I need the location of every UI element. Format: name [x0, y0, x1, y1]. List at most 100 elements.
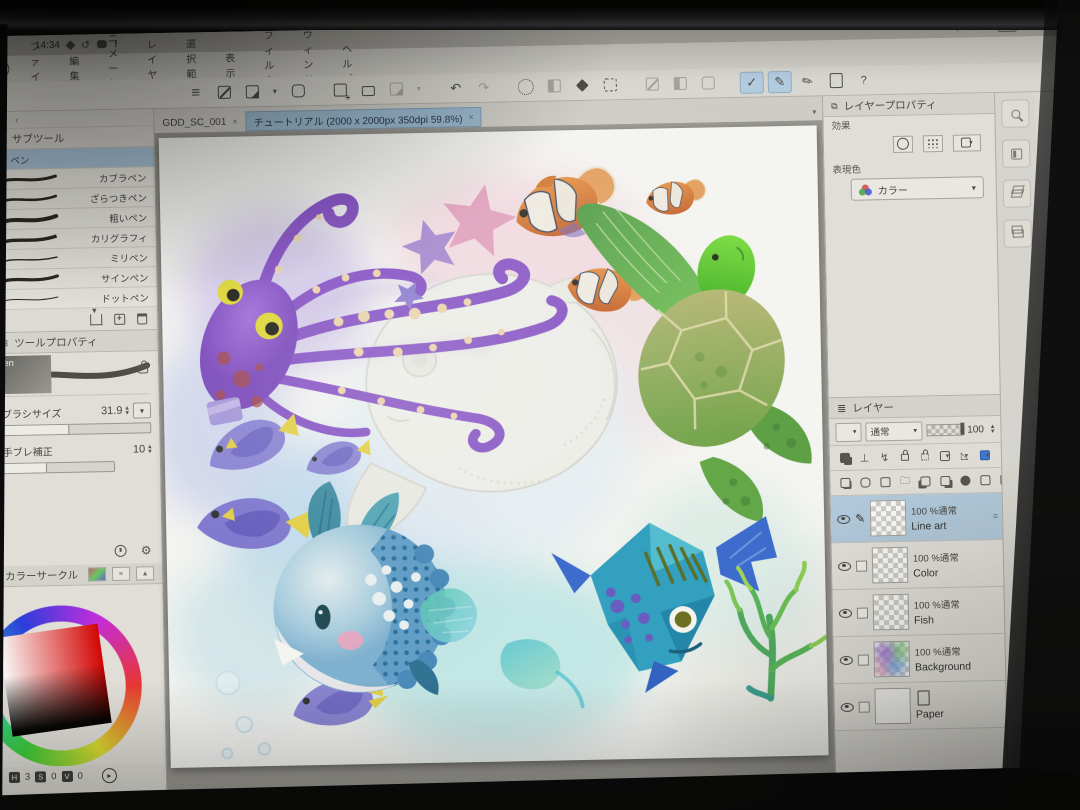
help-icon[interactable]: ?: [852, 69, 876, 91]
stabilization-value[interactable]: 10: [133, 443, 145, 455]
quick-access-icon[interactable]: [824, 69, 848, 91]
mask-icon[interactable]: [978, 474, 991, 486]
ruler-range-icon[interactable]: ◺▾: [958, 450, 971, 462]
brush-size-value[interactable]: 31.9: [101, 405, 123, 417]
visibility-eye-icon[interactable]: [839, 608, 852, 617]
selection-border-icon[interactable]: [696, 72, 720, 94]
color-slider-tab-icon[interactable]: ≡: [112, 567, 130, 581]
undo-icon[interactable]: ↶: [444, 77, 468, 99]
brush-size-source-button[interactable]: ▾: [133, 402, 151, 418]
navigator-icon[interactable]: [1002, 139, 1031, 168]
paste-icon[interactable]: [542, 75, 566, 97]
layer-row-line-art[interactable]: ✎ 100 %通常 Line art ≡: [831, 493, 1003, 543]
import-subtool-icon[interactable]: [90, 314, 102, 325]
assist-icon[interactable]: ?: [0, 61, 10, 77]
export-icon[interactable]: [384, 78, 408, 100]
new-vector-layer-icon[interactable]: [858, 476, 871, 488]
opacity-value[interactable]: 100: [967, 424, 984, 435]
brush-tool-icon[interactable]: ✎: [768, 70, 792, 92]
edit-line-icon[interactable]: ✎: [792, 65, 824, 96]
tone-effect-icon[interactable]: [923, 135, 943, 152]
main-menu-icon[interactable]: ≡: [184, 82, 208, 104]
menu-selection[interactable]: 選択範囲: [173, 59, 212, 72]
canvas-workspace[interactable]: [155, 120, 836, 801]
brush-size-spinner[interactable]: ▴▾: [125, 406, 129, 416]
new-file-icon[interactable]: [328, 79, 352, 101]
layer-select-checkbox[interactable]: [859, 701, 870, 712]
timelapse-icon[interactable]: [286, 80, 310, 102]
snap-pen-icon[interactable]: ✓: [740, 71, 764, 93]
lock-alpha-icon[interactable]: [918, 450, 931, 462]
fill-icon[interactable]: [570, 74, 594, 96]
clip-to-layer-icon[interactable]: [838, 452, 851, 464]
flatten-icon[interactable]: [958, 475, 971, 487]
layer-select-checkbox[interactable]: [856, 560, 867, 571]
visibility-eye-icon[interactable]: [838, 561, 851, 570]
crop-icon[interactable]: [598, 74, 622, 96]
new-layer-settings-icon[interactable]: [878, 476, 891, 488]
wrench-icon[interactable]: ⚙: [141, 543, 152, 557]
tab-list-chevron-icon[interactable]: ▾: [812, 107, 816, 116]
blend-mode-dropdown[interactable]: 通常 ▾: [865, 421, 922, 441]
visibility-eye-icon[interactable]: [841, 702, 854, 711]
rotate-canvas-icon[interactable]: [212, 81, 236, 103]
deselect-icon[interactable]: [640, 73, 664, 95]
layer-row-fish[interactable]: 100 %通常 Fish: [833, 587, 1005, 637]
tab-gdd-sc-001[interactable]: GDD_SC_001×: [154, 111, 246, 133]
menu-filter[interactable]: フィルター: [251, 58, 290, 71]
expression-color-dropdown[interactable]: カラー ▾: [851, 176, 984, 201]
transfer-layer-icon[interactable]: [918, 475, 931, 487]
export-chevron-icon[interactable]: ▾: [412, 77, 426, 99]
menu-view[interactable]: 表示: [212, 58, 251, 71]
lock-icon[interactable]: [138, 365, 148, 373]
visibility-eye-icon[interactable]: [837, 514, 850, 523]
layer-select-checkbox[interactable]: [857, 607, 868, 618]
stabilization-slider[interactable]: [3, 461, 115, 474]
reference-layer-icon[interactable]: ↯: [878, 451, 891, 463]
color-set-tab-icon[interactable]: ▲: [136, 566, 154, 580]
layer-menu-icon[interactable]: ≡: [993, 511, 998, 521]
close-tab-icon[interactable]: ×: [232, 117, 237, 127]
invert-selection-icon[interactable]: [668, 72, 692, 94]
ruler-icon[interactable]: ⊥: [858, 451, 871, 463]
new-folder-icon[interactable]: 🗀: [898, 476, 911, 488]
layer-color-effect-icon[interactable]: ▾: [953, 134, 981, 152]
border-effect-icon[interactable]: [893, 135, 913, 152]
layers-tab-icon[interactable]: [1003, 219, 1032, 248]
menu-layer[interactable]: レイヤー: [134, 60, 173, 73]
merge-down-icon[interactable]: [938, 475, 951, 487]
opacity-slider[interactable]: [926, 424, 963, 437]
brush-size-slider[interactable]: [2, 422, 151, 436]
menu-help[interactable]: ヘルプ: [329, 56, 368, 69]
opacity-spinner[interactable]: ▴▾: [991, 424, 995, 434]
layer-color-chip-icon[interactable]: ▾: [978, 449, 991, 461]
tool-switch-icon[interactable]: [240, 81, 264, 103]
delete-subtool-icon[interactable]: [137, 313, 147, 324]
saturation-value-square[interactable]: [0, 624, 112, 737]
layer-select-checkbox[interactable]: [858, 654, 869, 665]
layer-row-paper[interactable]: Paper: [834, 681, 1006, 731]
color-wheel-tab-icon[interactable]: [88, 567, 106, 581]
menu-edit[interactable]: 編集: [56, 61, 95, 74]
layer-property-tab-icon[interactable]: [1003, 179, 1032, 208]
search-icon[interactable]: [1001, 99, 1030, 128]
layer-row-color[interactable]: 100 %通常 Color: [832, 540, 1004, 590]
redo-icon[interactable]: ↷: [472, 76, 496, 98]
color-mode-toggle-icon[interactable]: ▸: [102, 767, 117, 782]
copy-subtool-icon[interactable]: [114, 313, 125, 324]
menu-file[interactable]: ファイル: [17, 62, 56, 75]
visibility-eye-icon[interactable]: [840, 655, 853, 664]
back-icon[interactable]: ‹: [15, 115, 18, 125]
layer-row-background[interactable]: 100 %通常 Background: [833, 634, 1005, 684]
tool-chevron-icon[interactable]: ▾: [268, 80, 282, 102]
close-tab-icon[interactable]: ×: [468, 112, 473, 122]
drawing-canvas[interactable]: [159, 125, 829, 768]
menu-animation[interactable]: アニメーション: [95, 61, 134, 74]
open-file-icon[interactable]: [356, 78, 380, 100]
stabilization-spinner[interactable]: ▴▾: [148, 444, 152, 454]
lock-layer-icon[interactable]: [898, 451, 911, 463]
enable-mask-icon[interactable]: ▾: [938, 450, 951, 462]
menu-window[interactable]: ウィンドウ: [290, 57, 329, 70]
collapse-icon[interactable]: «: [0, 115, 1, 125]
palette-color-dropdown[interactable]: ▾: [835, 422, 861, 441]
